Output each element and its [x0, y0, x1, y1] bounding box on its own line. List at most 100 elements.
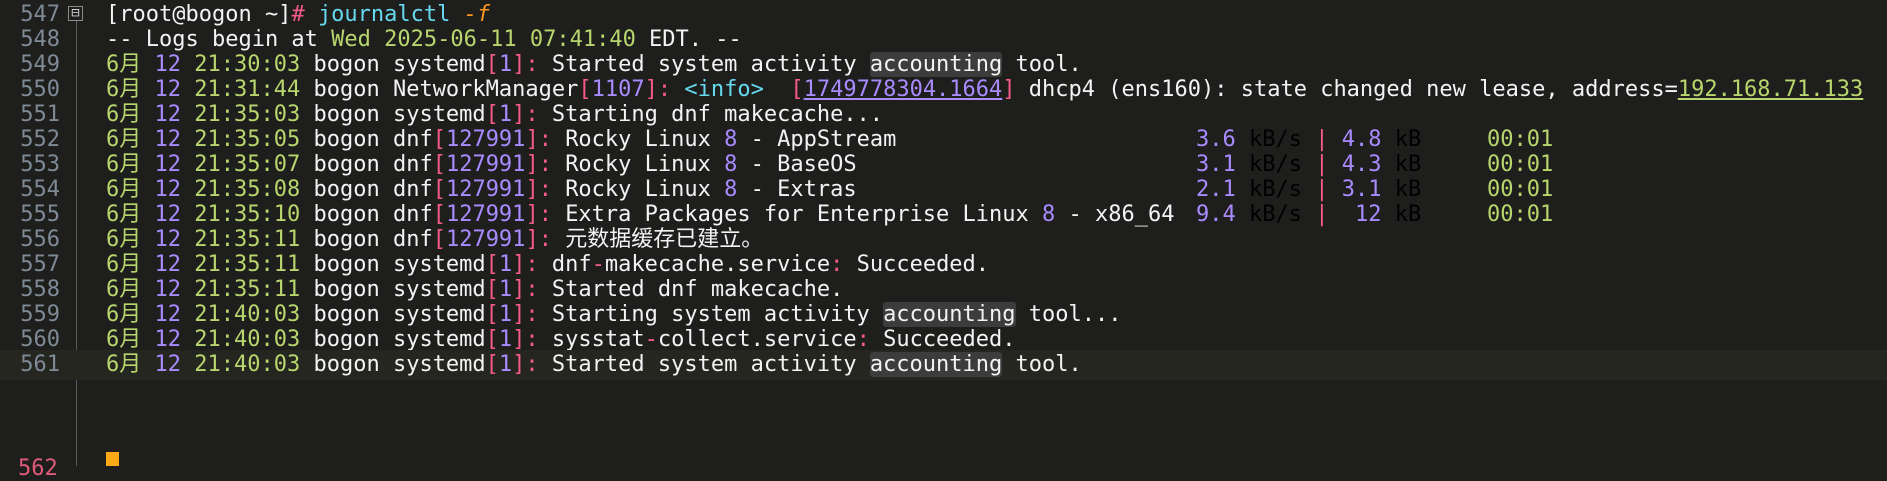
log-time: 21:35:08 — [194, 177, 301, 202]
log-time: 21:40:03 — [194, 327, 301, 352]
repo-version: 8 — [724, 127, 738, 152]
download-size: 12 — [1354, 202, 1382, 227]
log-message: Started dnf makecache. — [551, 277, 844, 302]
log-message-end: tool. — [1002, 52, 1082, 77]
log-day: 12 — [154, 52, 182, 77]
log-time: 21:35:10 — [194, 202, 301, 227]
log-host: bogon — [313, 327, 380, 352]
log-begin-prefix: -- Logs begin at — [106, 27, 332, 52]
log-month: 6月 — [106, 252, 142, 277]
fold-collapse-icon[interactable]: ⊟ — [68, 6, 83, 21]
log-message: Succeeded. — [856, 252, 990, 277]
size-unit: kB — [1381, 152, 1422, 177]
size-unit: kB — [1381, 177, 1422, 202]
log-day: 12 — [154, 227, 182, 252]
search-highlight: accounting — [869, 52, 1003, 77]
log-month: 6月 — [106, 202, 142, 227]
log-day: 12 — [154, 177, 182, 202]
log-time: 21:40:03 — [194, 352, 301, 377]
log-pid: 1 — [498, 352, 513, 377]
line-number: 562 — [18, 456, 58, 481]
separator: | — [1315, 177, 1329, 202]
log-month: 6月 — [106, 177, 142, 202]
download-size: 3.1 — [1341, 177, 1382, 202]
line-number: 561 — [20, 352, 60, 377]
log-day: 12 — [154, 352, 182, 377]
log-time: 21:35:07 — [194, 152, 301, 177]
download-size: 4.8 — [1341, 127, 1382, 152]
log-month: 6月 — [106, 227, 142, 252]
size-unit: kB — [1381, 127, 1422, 152]
log-host: bogon — [313, 102, 380, 127]
log-message-end: tool. — [1002, 352, 1082, 377]
size-unit: kB — [1381, 202, 1422, 227]
log-process: systemd — [392, 302, 486, 327]
log-time: 21:40:03 — [194, 302, 301, 327]
log-pid: 1 — [498, 302, 513, 327]
log-message: Started system activity — [551, 352, 870, 377]
log-host: bogon — [313, 127, 380, 152]
separator: | — [1315, 202, 1329, 227]
log-day: 12 — [154, 102, 182, 127]
repo-version: 8 — [724, 177, 738, 202]
log-month: 6月 — [106, 52, 142, 77]
speed-unit: kB/s — [1235, 202, 1316, 227]
log-message: 元数据缓存已建立。 — [565, 227, 764, 252]
log-message: Succeeded. — [883, 327, 1016, 352]
search-highlight: accounting — [883, 302, 1016, 327]
log-pid: 1 — [498, 327, 513, 352]
log-day: 12 — [154, 302, 182, 327]
repo-suffix: - x86_64 — [1055, 202, 1175, 227]
log-host: bogon — [313, 202, 380, 227]
log-pid: 1107 — [591, 77, 645, 102]
log-message-end: tool... — [1015, 302, 1122, 327]
text-cursor[interactable] — [106, 452, 119, 466]
log-pid: 127991 — [445, 177, 526, 202]
log-pid: 127991 — [445, 127, 526, 152]
log-day: 12 — [154, 127, 182, 152]
log-time: 21:31:44 — [194, 77, 301, 102]
log-process: systemd — [392, 102, 486, 127]
log-host: bogon — [313, 227, 380, 252]
search-highlight: accounting — [869, 352, 1003, 377]
log-pid: 127991 — [445, 227, 526, 252]
log-entry-current: 561 6月 12 21:40:03 bogon systemd[1]: Sta… — [0, 350, 1887, 380]
log-process: dnf — [392, 202, 433, 227]
log-process: dnf — [392, 127, 433, 152]
log-host: bogon — [313, 152, 380, 177]
log-host: bogon — [313, 352, 380, 377]
log-month: 6月 — [106, 102, 142, 127]
log-host: bogon — [313, 77, 380, 102]
log-pid: 1 — [498, 102, 513, 127]
log-level-info: <info> — [684, 77, 764, 102]
log-host: bogon — [313, 277, 380, 302]
log-month: 6月 — [106, 127, 142, 152]
log-begin-date: Wed 2025-06-11 07:41:40 — [331, 27, 636, 52]
log-pid: 127991 — [445, 152, 526, 177]
service-name: dnf — [551, 252, 592, 277]
repo-name: Extra Packages for Enterprise Linux — [565, 202, 1043, 227]
log-month: 6月 — [106, 77, 142, 102]
log-time: 21:35:11 — [194, 277, 301, 302]
log-host: bogon — [313, 252, 380, 277]
command-flag: -f — [463, 2, 491, 27]
log-process: NetworkManager — [392, 77, 579, 102]
log-process: dnf — [392, 227, 433, 252]
log-day: 12 — [154, 77, 182, 102]
repo-name: Rocky Linux — [565, 127, 725, 152]
repo-name: Rocky Linux — [565, 152, 725, 177]
repo-version: 8 — [724, 152, 738, 177]
speed-unit: kB/s — [1235, 127, 1316, 152]
terminal-window[interactable]: 547 ⊟ [root@bogon ~]# journalctl -f 548 … — [0, 0, 1887, 481]
log-time: 21:35:11 — [194, 252, 301, 277]
log-process: dnf — [392, 152, 433, 177]
log-month: 6月 — [106, 277, 142, 302]
log-message: Starting system activity — [551, 302, 884, 327]
log-day: 12 — [154, 202, 182, 227]
log-day: 12 — [154, 327, 182, 352]
log-process: systemd — [392, 327, 486, 352]
log-message-end: : state changed new lease, address= — [1214, 77, 1678, 102]
separator: | — [1315, 127, 1329, 152]
log-host: bogon — [313, 302, 380, 327]
download-speed: 3.1 — [1196, 152, 1236, 177]
